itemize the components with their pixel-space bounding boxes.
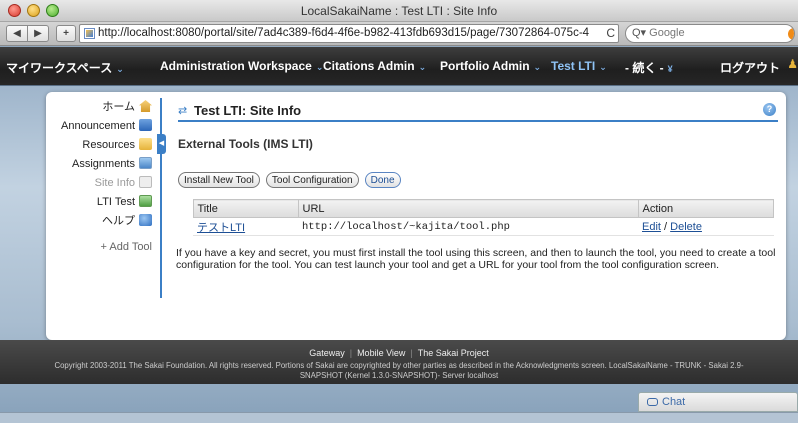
back-button[interactable]: ◀ (6, 25, 28, 42)
tool-item-announcement[interactable]: Announcement (46, 117, 160, 136)
site-favicon-icon (84, 28, 95, 39)
refresh-icon[interactable]: ⇄ (178, 104, 187, 117)
site-tab-portfolio-admin[interactable]: Portfolio Admin ⌄ (440, 59, 541, 73)
instructions-text: If you have a key and secret, you must f… (176, 247, 776, 271)
window-titlebar: LocalSakaiName : Test LTI : Site Info (0, 0, 798, 22)
reload-icon[interactable]: C (606, 25, 615, 42)
footer-separator: | (349, 348, 353, 358)
logout-icon[interactable]: ♟ (787, 57, 798, 71)
chevron-down-icon: ⌄ (418, 62, 427, 72)
site-tab-citations-admin[interactable]: Citations Admin ⌄ (323, 59, 426, 73)
table-lead-cell (178, 218, 193, 236)
chat-label: Chat (662, 396, 686, 408)
tool-item-help[interactable]: ヘルプ (46, 212, 160, 231)
tool-item-home[interactable]: ホーム (46, 98, 160, 117)
action-separator: / (664, 220, 668, 233)
tool-item-site-info: Site Info (46, 174, 160, 193)
help-info-icon[interactable]: ? (763, 103, 776, 116)
cell-title: テストLTI (193, 217, 298, 236)
tool-item-assignments[interactable]: Assignments (46, 155, 160, 174)
column-header-url: URL (297, 199, 639, 218)
forward-button[interactable]: ▶ (27, 25, 49, 42)
site-tab-my-workspace[interactable]: マイワークスペース ⌄ (6, 59, 124, 76)
column-header-action: Action (637, 199, 774, 218)
lti-tools-table: Title URL Action テストLTI http://localhost… (178, 199, 774, 236)
copyright-text-line-2: SNAPSHOT (Kernel 1.3.0-SNAPSHOT)- Server… (299, 371, 499, 380)
tool-menu: ホーム Announcement Resources Assignments S… (46, 98, 160, 253)
tool-content: ⇄ Test LTI: Site Info ? External Tools (… (176, 98, 778, 271)
column-header-title: Title (192, 199, 299, 218)
site-info-icon (139, 176, 152, 188)
browser-toolbar: ◀ ▶ + http://localhost:8080/portal/site/… (0, 22, 798, 46)
address-bar[interactable]: http://localhost:8080/portal/site/7ad4c3… (79, 24, 619, 43)
main-panel: ホーム Announcement Resources Assignments S… (46, 92, 786, 340)
chevron-down-icon: ⌄ (599, 62, 607, 72)
site-navigation: マイワークスペース ⌄ Administration Workspace ⌄ Cit… (0, 47, 798, 86)
section-title: External Tools (IMS LTI) (178, 137, 313, 151)
search-input[interactable]: Q▾ Google (625, 24, 795, 43)
window-title: LocalSakaiName : Test LTI : Site Info (300, 4, 498, 18)
tool-title: Test LTI: Site Info (194, 103, 302, 118)
search-icon: Q▾ (632, 27, 647, 39)
chat-bar[interactable]: Chat (638, 392, 798, 412)
footer-links: Gateway | Mobile View | The Sakai Project (0, 348, 798, 358)
table-header-row: Title URL Action (178, 199, 774, 218)
done-button[interactable]: Done (364, 172, 401, 188)
more-sites-icon: ¥ (667, 64, 673, 74)
cell-action: Edit / Delete (638, 217, 774, 236)
copyright-text: Copyright 2003-2011 The Sakai Foundation… (54, 361, 744, 370)
tool-configuration-button[interactable]: Tool Configuration (265, 172, 359, 188)
table-row: テストLTI http://localhost/~kajita/tool.php… (178, 217, 774, 236)
add-tool-link[interactable]: + Add Tool (46, 241, 160, 253)
assignments-icon (139, 157, 152, 169)
tool-menu-divider (160, 98, 162, 298)
install-new-tool-button[interactable]: Install New Tool (178, 172, 260, 188)
site-tab-administration-workspace[interactable]: Administration Workspace ⌄ (160, 59, 323, 73)
tool-title-link[interactable]: テストLTI (197, 222, 245, 234)
site-tab-more[interactable]: - 続く - ¥ (625, 59, 673, 76)
cell-url: http://localhost/~kajita/tool.php (298, 217, 638, 236)
action-buttons: Install New Tool Tool Configuration Done (178, 172, 778, 188)
home-icon (139, 100, 152, 112)
bottom-strip (0, 412, 798, 423)
search-placeholder: Google (649, 27, 685, 39)
chevron-down-icon: ⌄ (533, 62, 542, 72)
tool-item-resources[interactable]: Resources (46, 136, 160, 155)
delete-link[interactable]: Delete (670, 221, 702, 233)
address-url: http://localhost:8080/portal/site/7ad4c3… (98, 27, 590, 39)
tool-item-lti-test[interactable]: LTI Test (46, 193, 160, 212)
extension-icon[interactable] (788, 28, 794, 40)
tool-title-bar: ⇄ Test LTI: Site Info ? (178, 98, 778, 122)
logout-link[interactable]: ログアウト (720, 59, 780, 76)
help-icon (139, 214, 152, 226)
chat-bubble-icon (647, 398, 658, 406)
collapse-menu-handle[interactable]: ◀ (157, 134, 166, 154)
add-bookmark-button[interactable]: + (56, 25, 76, 42)
table-lead-cell (178, 200, 193, 218)
site-tab-test-lti[interactable]: Test LTI ⌄ (551, 59, 607, 73)
chevron-down-icon: ⌄ (116, 64, 124, 74)
footer: Gateway | Mobile View | The Sakai Project Co… (0, 340, 798, 384)
sakai-project-link[interactable]: The Sakai Project (418, 348, 489, 358)
edit-link[interactable]: Edit (642, 221, 661, 233)
mobile-view-link[interactable]: Mobile View (357, 348, 405, 358)
announcement-icon (139, 119, 152, 131)
footer-separator: | (410, 348, 413, 358)
folder-icon (139, 138, 152, 150)
gateway-link[interactable]: Gateway (309, 348, 345, 358)
lti-icon (139, 195, 152, 207)
